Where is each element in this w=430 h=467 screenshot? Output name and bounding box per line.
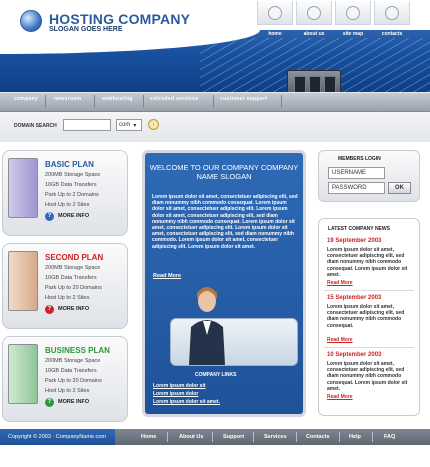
topnav-home[interactable]: home <box>257 29 293 39</box>
globe-logo-icon <box>20 10 42 32</box>
tld-select[interactable]: com ▾ <box>116 119 142 131</box>
footer-divider <box>296 432 297 442</box>
news-read-more[interactable]: Read More <box>327 280 353 286</box>
sitemap-icon[interactable] <box>335 1 371 25</box>
about-icon[interactable] <box>296 1 332 25</box>
plan-feature: 10GB Data Transfers <box>45 275 97 281</box>
plan-feature: Host Up to 2 Sites <box>45 295 90 301</box>
server-box-icon <box>8 251 38 311</box>
contacts-icon[interactable] <box>374 1 410 25</box>
username-field[interactable]: USERNAME <box>328 167 385 179</box>
home-icon[interactable] <box>257 1 293 25</box>
search-go-button[interactable]: › <box>148 119 159 130</box>
news-title: LATEST COMPANY NEWS <box>328 226 390 232</box>
footer-link-faq[interactable]: FAQ <box>384 434 395 440</box>
plan-title: BUSINESS PLAN <box>45 346 110 355</box>
nav-divider <box>213 95 214 108</box>
news-read-more[interactable]: Read More <box>327 394 353 400</box>
info-icon[interactable]: ? <box>45 398 54 407</box>
more-info-link[interactable]: MORE INFO <box>58 213 89 219</box>
plan-feature: 200MB Storage Space <box>45 172 101 178</box>
plan-feature: Park Up to 20 Domains <box>45 378 102 384</box>
plan-feature: 10GB Data Transfers <box>45 368 97 374</box>
nav-customer-support[interactable]: customer support <box>220 96 267 102</box>
company-links-label: COMPANY LINKS <box>195 372 237 378</box>
news-divider <box>324 290 414 291</box>
plan-title: BASIC PLAN <box>45 160 94 169</box>
footer-link-contacts[interactable]: Contacts <box>306 434 330 440</box>
news-text: Lorem ipsum dolor sit amet, consectetuer… <box>327 247 408 278</box>
news-text: Lorem ipsum dolor sit amet, consectetuer… <box>327 304 405 329</box>
more-info-link[interactable]: MORE INFO <box>58 399 89 405</box>
news-divider <box>324 347 414 348</box>
server-box-icon <box>8 344 38 404</box>
news-text: Lorem ipsum dolor sit amet, consectetuer… <box>327 361 408 392</box>
footer-link-help[interactable]: Help <box>349 434 361 440</box>
news-date: 10 September 2003 <box>327 352 382 358</box>
footer-divider <box>212 432 213 442</box>
news-date: 15 September 2003 <box>327 295 382 301</box>
plan-feature: Host Up to 2 Sites <box>45 388 90 394</box>
footer-divider <box>253 432 254 442</box>
nav-newsroom[interactable]: newsroom <box>54 96 81 102</box>
news-date: 19 September 2003 <box>327 238 382 244</box>
company-link[interactable]: Lorem ipsum dolor sit amet. <box>153 399 220 405</box>
footer-link-support[interactable]: Support <box>223 434 244 440</box>
topnav-about-us[interactable]: about us <box>296 29 332 39</box>
topnav-contacts[interactable]: contacts <box>374 29 410 39</box>
domain-search-input[interactable] <box>63 119 111 131</box>
copyright-text: Copyright © 2003 · CompanyName.com <box>8 434 106 440</box>
nav-divider <box>281 95 282 108</box>
main-nav <box>0 92 430 112</box>
password-field[interactable]: PASSWORD <box>328 182 385 194</box>
footer-divider <box>167 432 168 442</box>
news-read-more[interactable]: Read More <box>327 337 353 343</box>
read-more-link[interactable]: Read More <box>153 273 181 279</box>
welcome-title: WELCOME TO OUR COMPANY COMPANY NAME SLOG… <box>149 163 299 181</box>
plan-feature: 200MB Storage Space <box>45 358 101 364</box>
members-login-title: MEMBERS LOGIN <box>338 156 381 162</box>
server-box-icon <box>8 158 38 218</box>
businesswoman-image <box>189 287 225 365</box>
plan-feature: 10GB Data Transfers <box>45 182 97 188</box>
more-info-link[interactable]: MORE INFO <box>58 306 89 312</box>
footer-link-home[interactable]: Home <box>141 434 156 440</box>
footer-divider <box>339 432 340 442</box>
tld-select-value: com <box>119 122 131 128</box>
chevron-down-icon: ▾ <box>133 122 137 129</box>
nav-divider <box>45 95 46 108</box>
plan-feature: Host Up to 2 Sites <box>45 202 90 208</box>
nav-webhosting[interactable]: webhosting <box>102 96 133 102</box>
login-ok-button[interactable]: OK <box>388 182 411 194</box>
nav-divider <box>143 95 144 108</box>
topnav-site-map[interactable]: site map <box>335 29 371 39</box>
company-link[interactable]: Lorem ipsum dolor <box>153 391 198 397</box>
plan-feature: Park Up to 20 Domains <box>45 285 102 291</box>
footer-link-services[interactable]: Services <box>264 434 287 440</box>
info-icon[interactable]: ? <box>45 305 54 314</box>
brand-slogan: SLOGAN GOES HERE <box>49 26 123 33</box>
plan-feature: Park Up to 2 Domains <box>45 192 99 198</box>
welcome-text: Lorem ipsum dolor sit amet, consectetuer… <box>152 194 298 250</box>
plan-feature: 200MB Storage Space <box>45 265 101 271</box>
company-link[interactable]: Lorem ipsum dolor sit <box>153 383 206 389</box>
nav-extended-services[interactable]: extended services <box>150 96 198 102</box>
nav-company[interactable]: company <box>14 96 38 102</box>
footer-divider <box>372 432 373 442</box>
footer-link-about[interactable]: About Us <box>179 434 203 440</box>
nav-divider <box>94 95 95 108</box>
domain-search-label: DOMAIN SEARCH <box>14 123 57 129</box>
plan-title: SECOND PLAN <box>45 253 104 262</box>
brand-title: HOSTING COMPANY <box>49 11 191 27</box>
info-icon[interactable]: ? <box>45 212 54 221</box>
